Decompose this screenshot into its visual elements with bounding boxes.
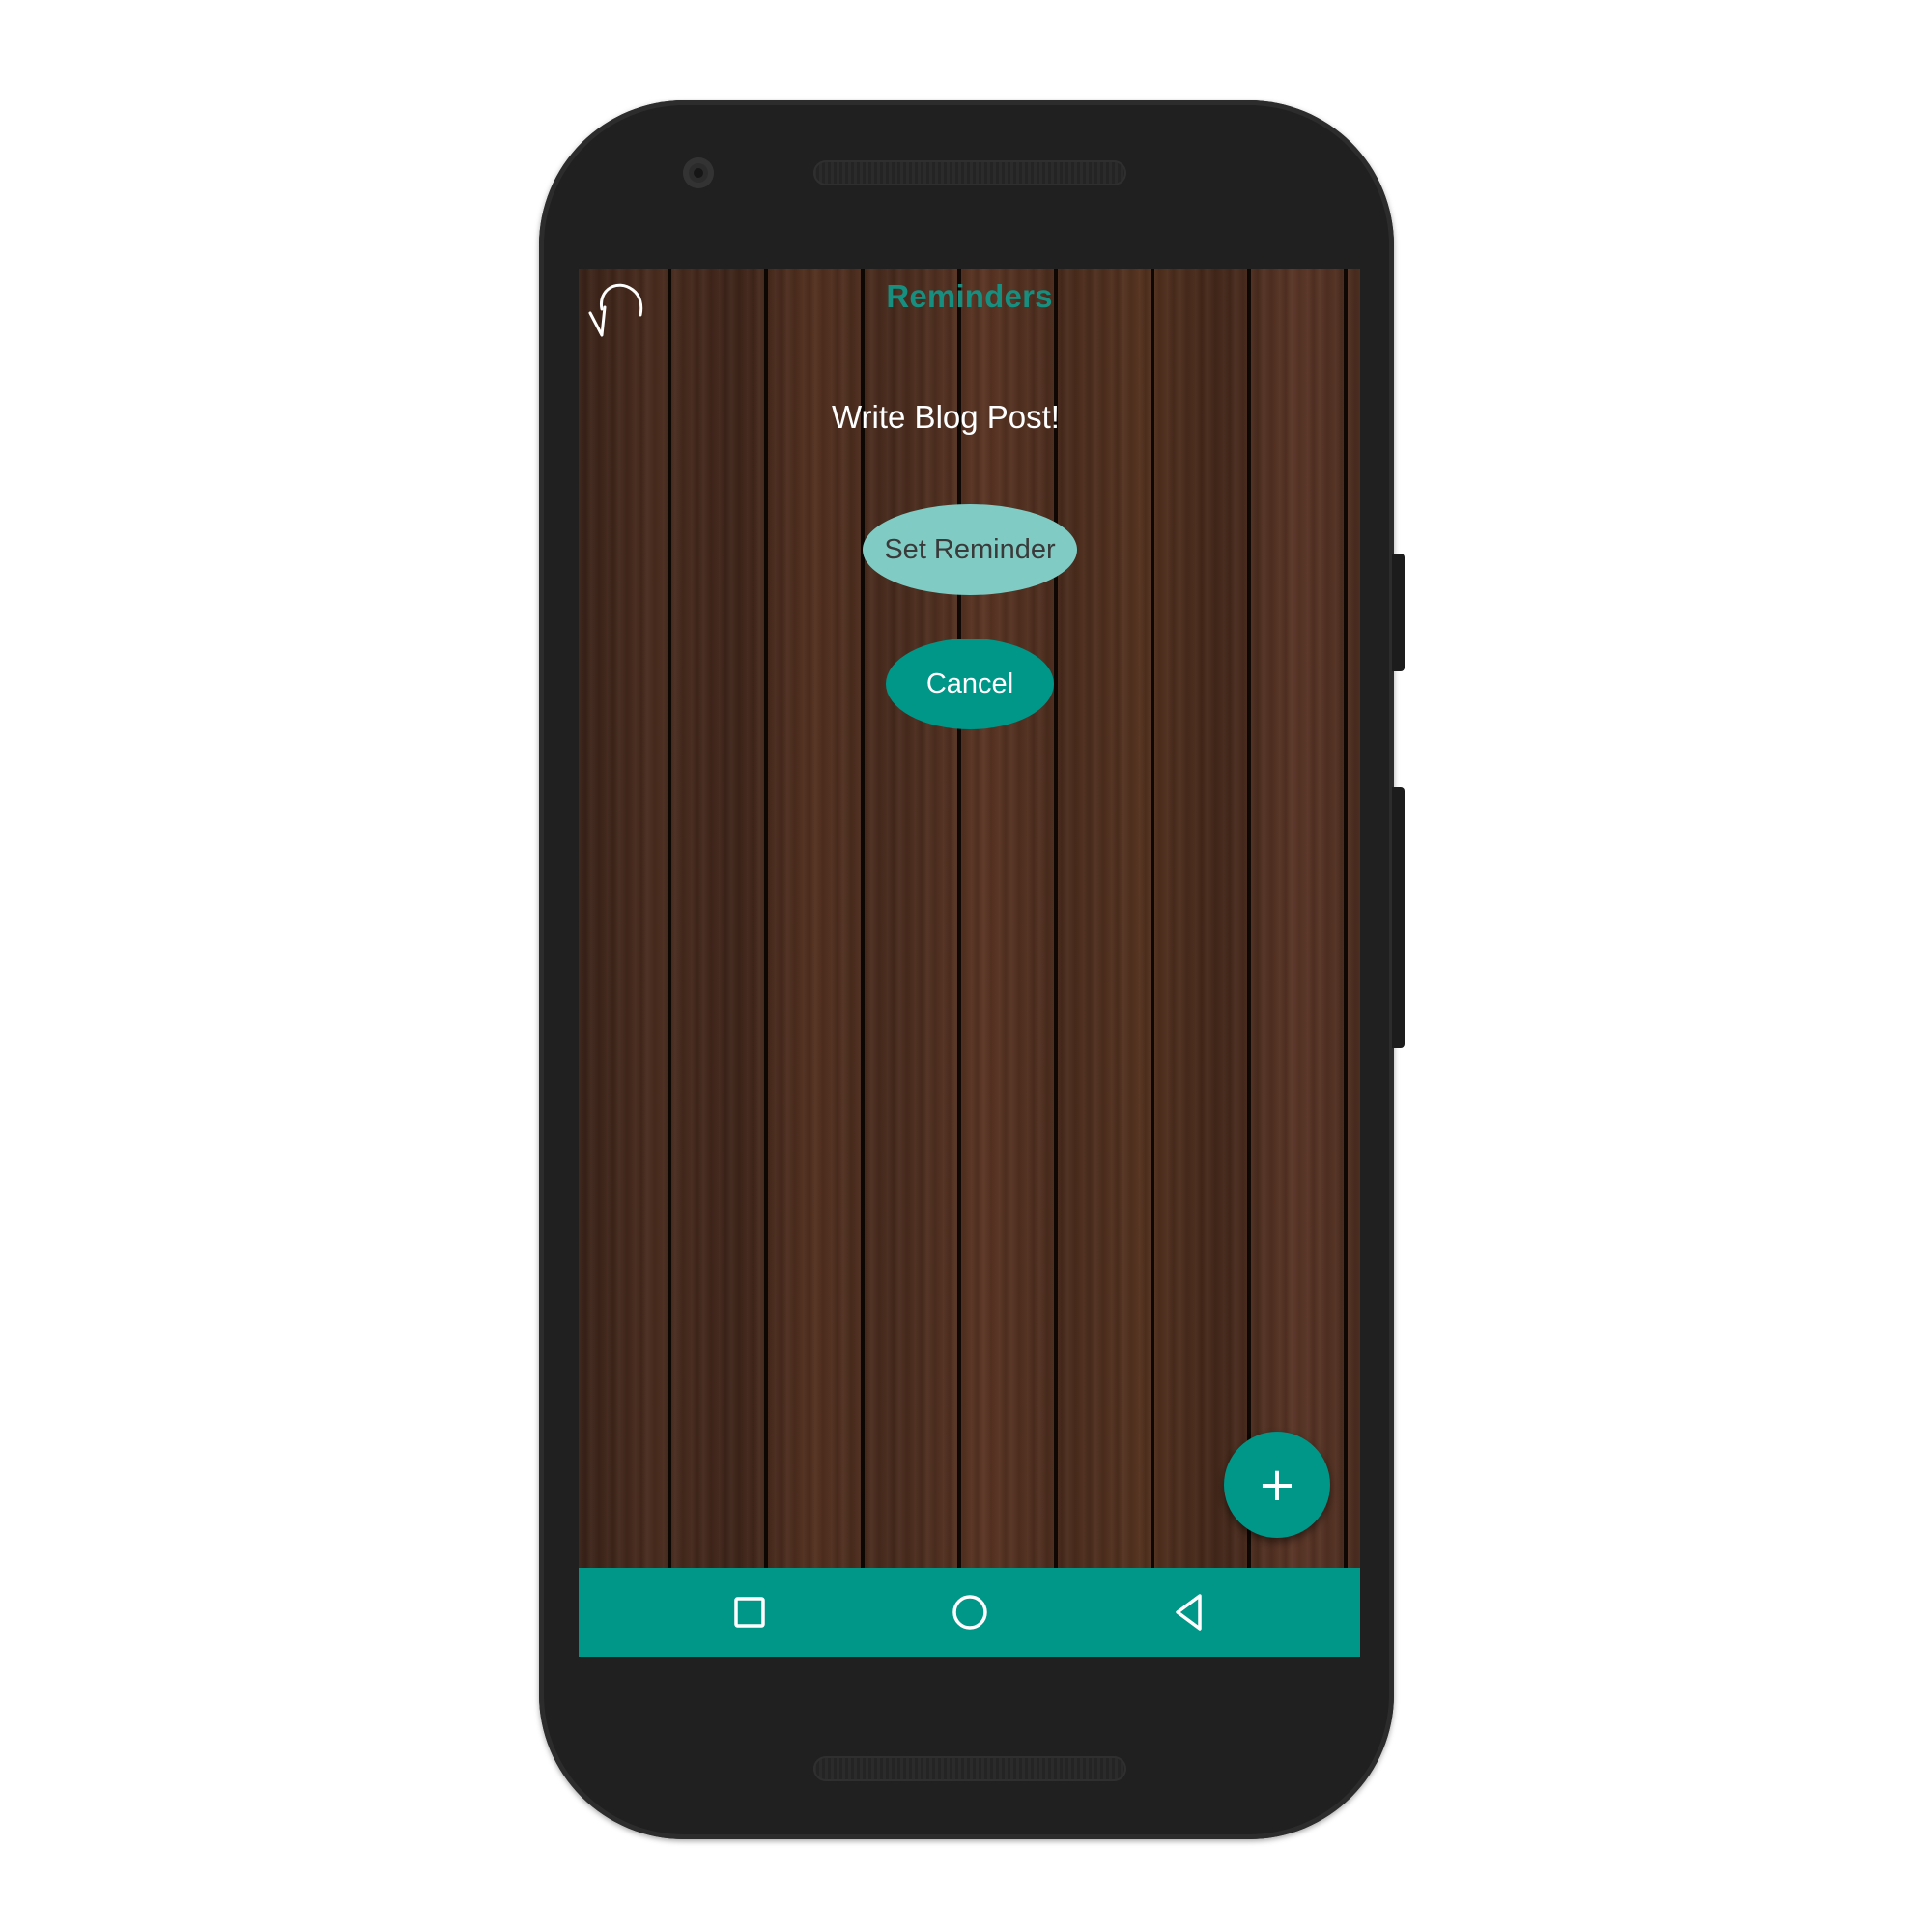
device-stage: Reminders Write Blog Post! Set Reminder … — [0, 0, 1932, 1932]
system-navigation-bar — [579, 1568, 1360, 1657]
plus-icon: + — [1257, 1458, 1297, 1512]
cancel-button[interactable]: Cancel — [886, 639, 1054, 729]
bottom-speaker — [813, 1756, 1126, 1781]
front-camera — [683, 157, 714, 188]
triangle-back-icon — [1176, 1594, 1202, 1631]
nav-recents-button[interactable] — [725, 1588, 774, 1636]
add-fab-button[interactable]: + — [1224, 1432, 1330, 1538]
wood-background — [579, 269, 1360, 1568]
page-title: Reminders — [886, 278, 1053, 314]
volume-button — [1392, 554, 1405, 671]
circle-icon — [952, 1595, 987, 1630]
power-button — [1392, 787, 1405, 1048]
earpiece-speaker — [813, 160, 1126, 185]
app-screen: Reminders Write Blog Post! Set Reminder … — [579, 269, 1360, 1657]
square-icon — [734, 1597, 765, 1628]
nav-back-button[interactable] — [1166, 1588, 1214, 1636]
nav-home-button[interactable] — [946, 1588, 994, 1636]
reminder-title: Write Blog Post! — [832, 399, 1060, 435]
set-reminder-button[interactable]: Set Reminder — [863, 504, 1077, 595]
